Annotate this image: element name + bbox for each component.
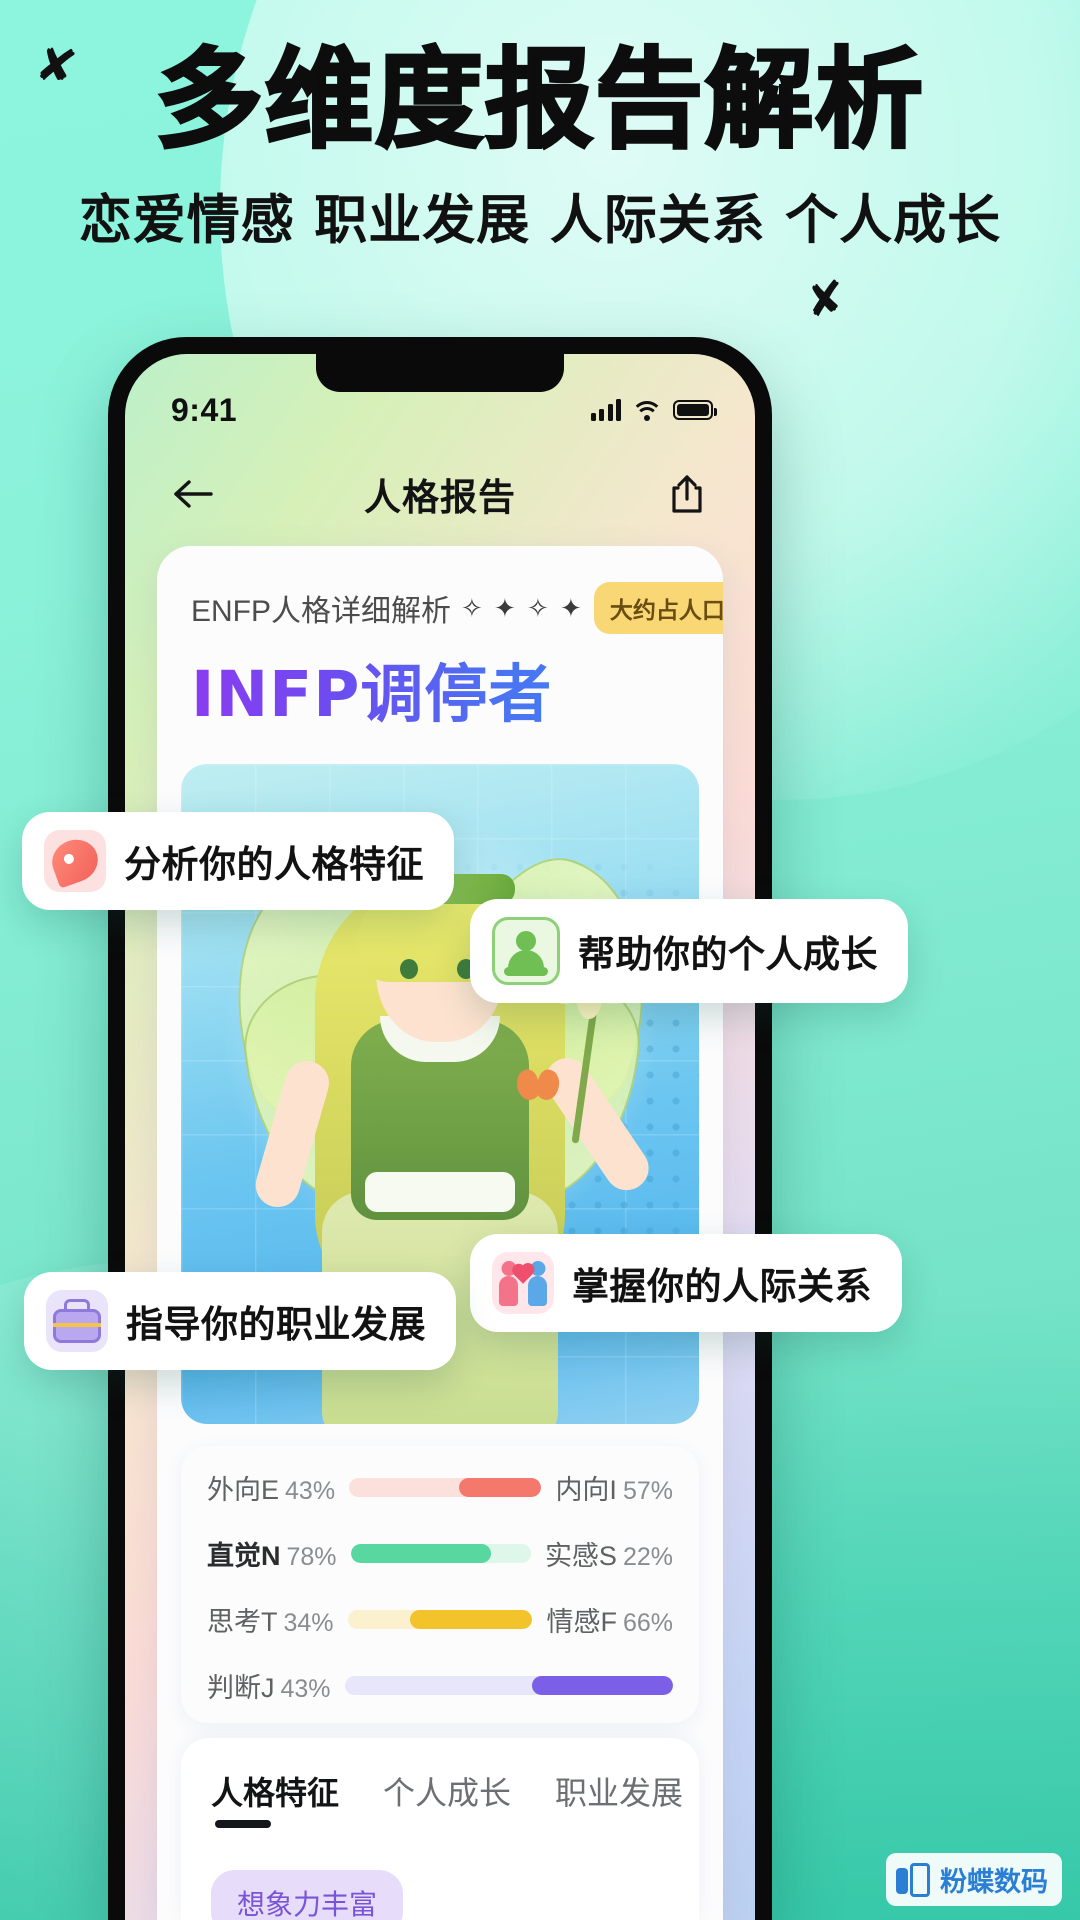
battery-icon [673, 400, 717, 420]
trait-tag[interactable]: 想象力丰富 [211, 1870, 404, 1920]
butterfly-icon [512, 1067, 564, 1103]
poster-stage: 多维度报告解析 恋爱情感 职业发展 人际关系 个人成长 ✘ ✘ 9:41 人格报… [0, 0, 1080, 1920]
briefcase-icon [46, 1290, 108, 1352]
report-header-row: ENFP人格详细解析 ✧ ✦ ✧ ✦ 大约占人口8.1% [191, 582, 723, 634]
tab-1[interactable]: 人格特征 [211, 1768, 339, 1830]
tab-2[interactable]: 个人成长 [383, 1768, 511, 1830]
callout-label: 指导你的职业发展 [126, 1304, 426, 1345]
metric-right-label: 内向I 57% [555, 1475, 673, 1505]
sparkle-decor-icon: ✘ [802, 269, 849, 329]
metric-progress-bar [347, 1610, 533, 1629]
couple-heart-icon [492, 1252, 554, 1314]
app-navbar: 人格报告 [125, 458, 755, 530]
metric-progress-fill [410, 1610, 533, 1629]
signal-bars-icon [590, 399, 621, 421]
metric-row: 思考T 34% 情感F 66% [207, 1600, 673, 1639]
device-icon [896, 1862, 930, 1897]
sash-shape [365, 1172, 515, 1212]
metric-row: 判断J 43% [207, 1666, 673, 1705]
poster-subtitle: 恋爱情感 职业发展 人际关系 个人成长 [78, 190, 1002, 252]
metric-row: 外向E 43% 内向I 57% [207, 1468, 673, 1507]
report-subtitle: ENFP人格详细解析 [191, 595, 452, 628]
share-export-icon [672, 475, 702, 513]
phone-notch [316, 354, 564, 392]
metric-row: 直觉N 78% 实感S 22% [207, 1534, 673, 1573]
flame-comet-icon [44, 830, 106, 892]
trait-tags-row-1: 想象力丰富泪点低爱哭小哭包 [181, 1870, 699, 1920]
phone-mockup: 9:41 人格报告 ENFP人格详细解析 ✧ ✦ ✧ ✦ 大约占人口 INFP调… [108, 337, 772, 1920]
arrow-left-icon [174, 480, 213, 508]
phone-screen: 9:41 人格报告 ENFP人格详细解析 ✧ ✦ ✧ ✦ 大约占人口 INFP调… [125, 354, 755, 1920]
metric-right-label: 情感F 66% [546, 1607, 673, 1637]
metric-progress-fill [458, 1478, 542, 1497]
report-subtitle-wrap: ENFP人格详细解析 ✧ ✦ ✧ ✦ [191, 586, 584, 630]
callout-personal-growth[interactable]: 帮助你的个人成长 [470, 899, 908, 1003]
callout-label: 帮助你的个人成长 [578, 934, 878, 975]
report-card: ENFP人格详细解析 ✧ ✦ ✧ ✦ 大约占人口8.1% INFP调停者 [157, 546, 723, 1920]
watermark-label: 粉蝶数码 [940, 1867, 1048, 1897]
callout-career[interactable]: 指导你的职业发展 [24, 1272, 456, 1370]
metric-left-label: 判断J 43% [207, 1673, 331, 1703]
share-button[interactable] [661, 468, 713, 520]
metric-progress-fill [531, 1676, 673, 1695]
metric-left-label: 直觉N 78% [207, 1541, 337, 1571]
callout-analyze-traits[interactable]: 分析你的人格特征 [22, 812, 454, 910]
navbar-title: 人格报告 [364, 477, 516, 518]
callout-label: 分析你的人格特征 [124, 844, 424, 885]
wifi-icon [631, 399, 663, 421]
callout-label: 掌握你的人际关系 [572, 1266, 872, 1307]
metric-right-label: 实感S 22% [544, 1541, 673, 1571]
sparkles-icon: ✧ ✦ ✧ ✦ [461, 592, 584, 623]
watermark: 粉蝶数码 [886, 1853, 1062, 1906]
metric-left-label: 思考T 34% [207, 1607, 334, 1637]
metric-progress-bar [350, 1544, 531, 1563]
metric-progress-bar [349, 1478, 542, 1497]
metric-left-label: 外向E 43% [207, 1475, 336, 1505]
population-badge: 大约占人口8.1% [593, 582, 723, 634]
person-card-icon [492, 917, 560, 985]
poster-headline-block: 多维度报告解析 恋爱情感 职业发展 人际关系 个人成长 [0, 38, 1080, 254]
page-title: 多维度报告解析 [153, 38, 925, 163]
back-button[interactable] [167, 468, 219, 520]
dichotomy-metrics-panel: 外向E 43% 内向I 57% 直觉N 78% 实感S 22% 思考T 34% 情感F 66% 判断J 4… [181, 1446, 699, 1723]
status-bar-time: 9:41 [171, 391, 238, 428]
tab-bar: 人格特征个人成长职业发展人际关 [181, 1768, 699, 1830]
tab-3[interactable]: 职业发展 [555, 1768, 683, 1830]
personality-type-title: INFP调停者 [191, 644, 689, 735]
metric-progress-bar [344, 1676, 673, 1695]
eye-shape [400, 959, 418, 979]
status-bar-icons [590, 399, 717, 421]
callout-relationships[interactable]: 掌握你的人际关系 [470, 1234, 902, 1332]
detail-tabs-card: 人格特征个人成长职业发展人际关 想象力丰富泪点低爱哭小哭包 强大的细节观察能力组… [181, 1738, 699, 1920]
metric-progress-fill [350, 1544, 492, 1563]
report-card-header: ENFP人格详细解析 ✧ ✦ ✧ ✦ 大约占人口8.1% INFP调停者 [157, 546, 723, 735]
